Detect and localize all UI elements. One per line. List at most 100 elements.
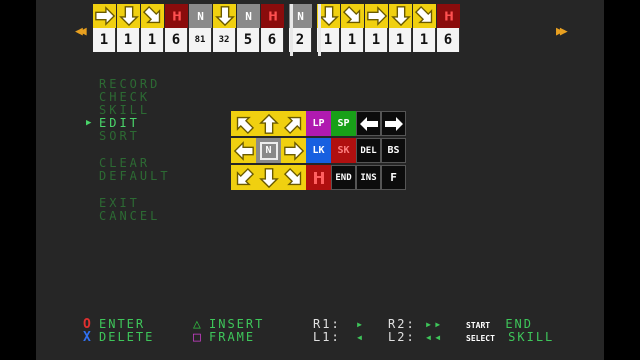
down-arrow-icon: [213, 4, 236, 28]
menu-item-check[interactable]: CHECK: [99, 91, 150, 103]
frame-count: 5: [237, 28, 260, 52]
neutral-label: N: [259, 141, 278, 160]
up-right-arrow-icon: [283, 116, 301, 134]
palette-wait-button[interactable]: [306, 165, 331, 190]
up-arrow-icon: [258, 113, 279, 134]
l2-label: L2:: [388, 330, 416, 344]
square-button-icon: □: [193, 330, 201, 345]
timeline-cell[interactable]: 1: [365, 4, 389, 52]
palette-up-arrow[interactable]: [256, 111, 281, 136]
palette-neutral[interactable]: N: [256, 138, 281, 163]
menu-item-clear[interactable]: CLEAR: [99, 157, 150, 169]
down-arrow-icon: [389, 4, 412, 28]
l1-step-icon: ◂: [355, 330, 366, 344]
game-screen: ◀◀ ▶▶ 1 1 1 6 N 81 32 N 5 6 N 2 1 1 1 1 1 6 ▶ RECORD CHEC…: [36, 0, 604, 360]
menu-item-default[interactable]: DEFAULT: [99, 170, 171, 182]
frame-count: 1: [389, 28, 412, 52]
menu-item-edit[interactable]: EDIT: [99, 117, 140, 129]
legend-l2: L2: ◂◂: [388, 331, 443, 344]
frame-count: 1: [413, 28, 436, 52]
timeline-cell[interactable]: N 81: [189, 4, 213, 52]
wait-icon: [261, 4, 284, 28]
down-left-arrow-icon: [236, 167, 254, 185]
menu-item-record[interactable]: RECORD: [99, 78, 160, 90]
frame-count: 6: [165, 28, 188, 52]
palette-f-button[interactable]: F: [381, 165, 406, 190]
wait-icon: [437, 4, 460, 28]
palette-downleft-arrow[interactable]: [231, 165, 256, 190]
l2-page-icon: ◂◂: [424, 330, 444, 344]
downright-arrow-icon: [341, 4, 364, 28]
menu-cursor-icon: ▶: [86, 118, 92, 128]
menu-item-skill[interactable]: SKILL: [99, 104, 150, 116]
frame-count: 1: [93, 28, 116, 52]
menu-item-exit[interactable]: EXIT: [99, 197, 140, 209]
palette-end-button[interactable]: END: [331, 165, 356, 190]
palette-lp-button[interactable]: LP: [306, 111, 331, 136]
legend-frame-label: FRAME: [209, 330, 256, 344]
legend-skill-label: SKILL: [508, 330, 555, 344]
neutral-icon: N: [237, 4, 260, 28]
timeline-cell[interactable]: 1: [413, 4, 437, 52]
timeline-cell[interactable]: 6: [261, 4, 285, 52]
frame-count: 6: [261, 28, 284, 52]
l1-label: L1:: [313, 330, 341, 344]
palette-cursor-right-button[interactable]: [381, 111, 406, 136]
r2-label: R2:: [388, 317, 416, 331]
select-tag: SELECT: [466, 334, 495, 343]
page-right-arrow-icon[interactable]: ▶▶: [556, 24, 567, 39]
timeline-cell[interactable]: 1: [93, 4, 117, 52]
timeline-cell[interactable]: 6: [437, 4, 461, 52]
page-left-arrow-icon[interactable]: ◀◀: [75, 24, 86, 39]
palette-bs-button[interactable]: BS: [381, 138, 406, 163]
palette-cursor-left-button[interactable]: [356, 111, 381, 136]
timeline-cell[interactable]: 1: [341, 4, 365, 52]
timeline-cell[interactable]: 6: [165, 4, 189, 52]
legend-delete: X DELETE: [83, 330, 155, 345]
wait-icon: [165, 4, 188, 28]
palette-sk-button[interactable]: SK: [331, 138, 356, 163]
frame-count: 32: [213, 28, 236, 52]
palette-down-arrow[interactable]: [256, 165, 281, 190]
down-arrow-icon: [117, 4, 140, 28]
palette-right-arrow[interactable]: [281, 138, 306, 163]
down-arrow-icon: [258, 167, 279, 188]
up-left-arrow-icon: [236, 116, 254, 134]
frame-count: 1: [341, 28, 364, 52]
legend-frame: □ FRAME: [193, 330, 256, 345]
neutral-icon: N: [189, 4, 212, 28]
menu-item-sort[interactable]: SORT: [99, 130, 140, 142]
palette-lk-button[interactable]: LK: [306, 138, 331, 163]
frame-count: 81: [189, 28, 212, 52]
cross-button-icon: X: [83, 330, 91, 345]
frame-count: 1: [141, 28, 164, 52]
r1-step-icon: ▸: [355, 317, 366, 331]
timeline-cell[interactable]: 1: [117, 4, 141, 52]
right-arrow-icon: [93, 4, 116, 28]
downright-arrow-icon: [413, 4, 436, 28]
timeline-cell[interactable]: 1: [389, 4, 413, 52]
legend-l1: L1: ◂: [313, 331, 365, 344]
cursor-left-icon: [359, 116, 378, 131]
legend-delete-label: DELETE: [99, 330, 155, 344]
down-right-arrow-icon: [283, 167, 301, 185]
start-tag: START: [466, 321, 491, 330]
timeline-cell[interactable]: N5: [237, 4, 261, 52]
palette-sp-button[interactable]: SP: [331, 111, 356, 136]
palette-upleft-arrow[interactable]: [231, 111, 256, 136]
palette-upright-arrow[interactable]: [281, 111, 306, 136]
palette-left-arrow[interactable]: [231, 138, 256, 163]
timeline-cell[interactable]: 32: [213, 4, 237, 52]
frame-count: 1: [117, 28, 140, 52]
timeline-cell[interactable]: 1: [141, 4, 165, 52]
timeline-divider: [290, 4, 293, 56]
legend-end-label: END: [505, 317, 534, 331]
downright-arrow-icon: [141, 4, 164, 28]
r1-label: R1:: [313, 317, 341, 331]
palette-downright-arrow[interactable]: [281, 165, 306, 190]
palette-del-button[interactable]: DEL: [356, 138, 381, 163]
palette-ins-button[interactable]: INS: [356, 165, 381, 190]
cursor-right-icon: [384, 116, 403, 131]
right-arrow-icon: [365, 4, 388, 28]
menu-item-cancel[interactable]: CANCEL: [99, 210, 160, 222]
